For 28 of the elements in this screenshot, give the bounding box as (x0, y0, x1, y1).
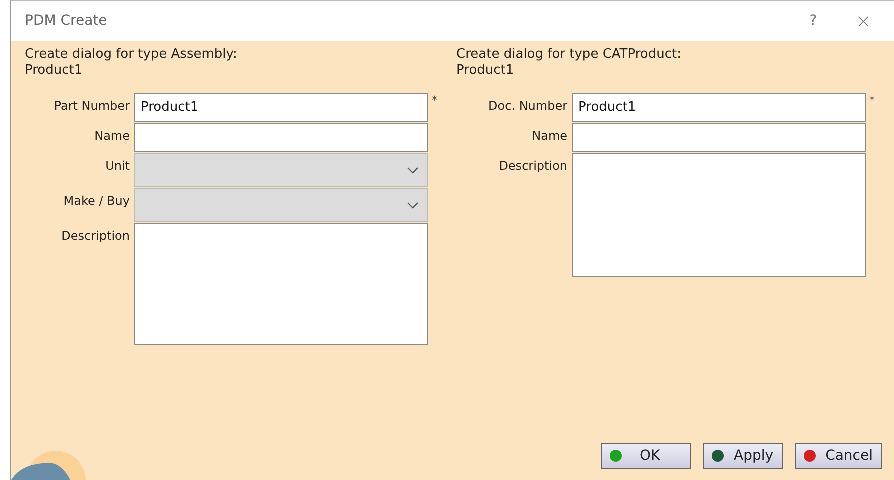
dialog-button[interactable]: Apply (703, 443, 783, 469)
chevron-icon (407, 202, 419, 208)
text-field[interactable] (134, 123, 428, 152)
panel-heading: Create dialog for type Assembly: (25, 47, 238, 63)
text-area[interactable] (134, 223, 428, 345)
help-button[interactable]: ? (802, 13, 826, 29)
dialog-button[interactable]: Cancel (794, 443, 882, 469)
field-label: Make / Buy (62, 193, 130, 210)
text-area[interactable] (572, 153, 866, 277)
field-label: Description (498, 158, 568, 175)
chevron-icon (407, 166, 419, 174)
field-label: Doc. Number (488, 98, 568, 115)
panel-subheading: Product1 (456, 63, 516, 79)
panel-heading: Create dialog for type CATProduct: (456, 47, 682, 63)
panel-subheading: Product1 (25, 63, 84, 79)
close-button[interactable]: × (847, 9, 880, 33)
field-label: Unit (104, 158, 130, 175)
field-label: Part Number (53, 98, 130, 115)
required-mark: * (870, 93, 876, 107)
window-title: PDM Create (25, 13, 108, 29)
text-field[interactable]: Product1 (572, 93, 866, 122)
dialog-button[interactable]: OK (601, 443, 692, 469)
field-label: Name (531, 128, 568, 145)
text-field[interactable]: Product1 (134, 93, 428, 122)
field-label: Name (94, 128, 130, 145)
required-mark: * (432, 93, 438, 107)
text-field[interactable] (572, 123, 866, 152)
field-label: Description (60, 228, 130, 245)
